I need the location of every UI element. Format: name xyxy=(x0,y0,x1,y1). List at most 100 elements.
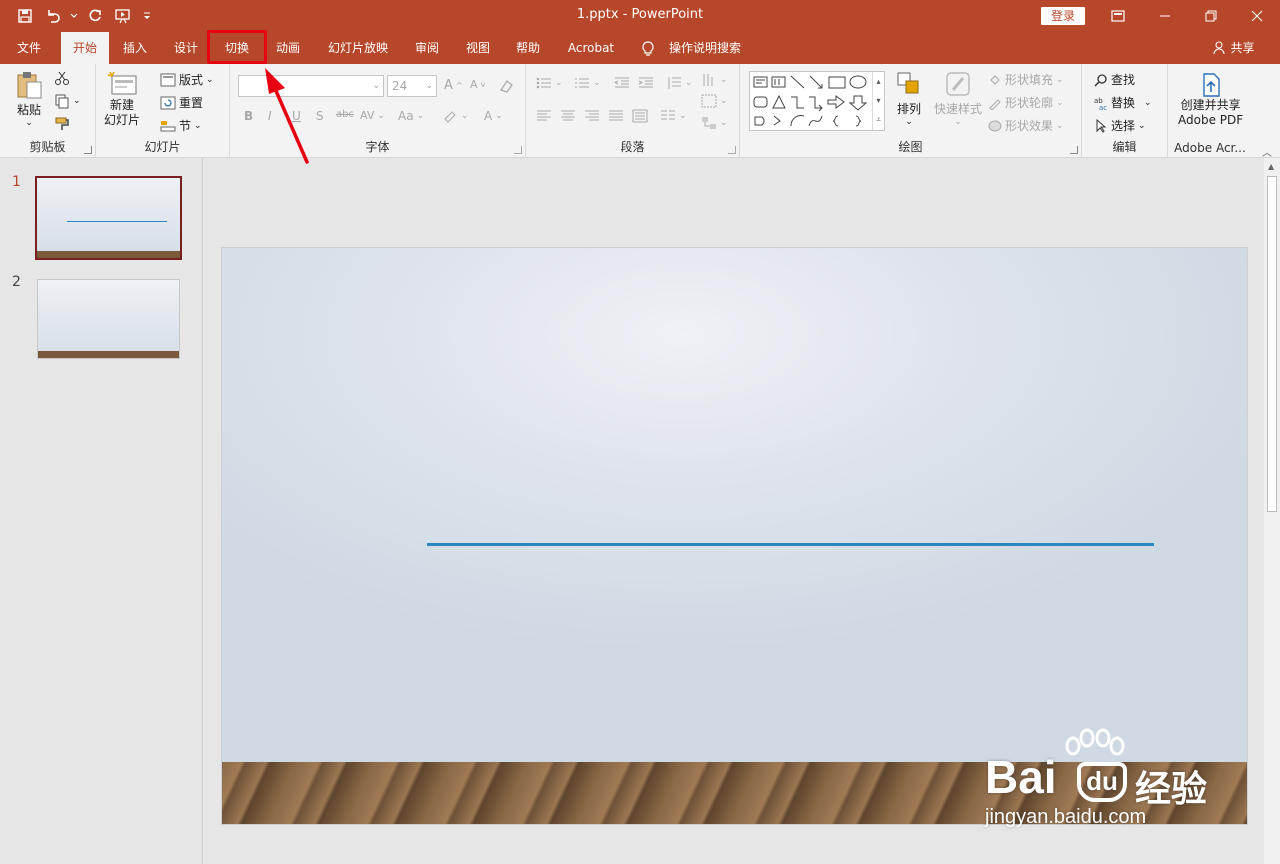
paragraph-group: ⌄ ⌄ ⌄ ⌄ ⌄ ⌄ ⌄ 段落 xyxy=(526,64,740,158)
align-center-icon[interactable] xyxy=(560,109,576,123)
save-icon[interactable] xyxy=(14,6,36,26)
ribbon: 粘贴 ⌄ ⌄ 剪贴板 新建 幻灯片 版式 ⌄ 重置 节 ⌄ 幻灯片 ⌄ 24 ⌄… xyxy=(0,64,1280,159)
tab-animations[interactable]: 动画 xyxy=(265,32,311,64)
undo-icon[interactable] xyxy=(42,6,64,26)
tab-view[interactable]: 视图 xyxy=(456,32,500,64)
format-painter-icon[interactable] xyxy=(54,116,70,132)
section-button[interactable]: 节 ⌄ xyxy=(160,117,202,134)
dialog-launcher-icon[interactable] xyxy=(514,146,522,154)
paste-button[interactable]: 粘贴 ⌄ xyxy=(14,70,44,128)
redo-icon[interactable] xyxy=(84,6,106,26)
thumbnail-line xyxy=(67,221,167,222)
dialog-launcher-icon[interactable] xyxy=(728,146,736,154)
align-text-icon[interactable]: ⌄ xyxy=(701,94,728,108)
create-pdf-label-2: Adobe PDF xyxy=(1178,113,1244,127)
select-button[interactable]: 选择 ⌄ xyxy=(1094,117,1146,134)
increase-font-size-icon[interactable]: A ^ xyxy=(444,78,463,93)
chevron-down-icon[interactable] xyxy=(70,6,78,26)
find-button[interactable]: 查找 xyxy=(1094,71,1135,88)
bold-icon[interactable]: B xyxy=(244,109,253,123)
dialog-launcher-icon[interactable] xyxy=(84,146,92,154)
slide-thumbnail-1[interactable] xyxy=(35,176,182,260)
copy-icon[interactable]: ⌄ xyxy=(54,93,81,109)
create-pdf-button[interactable]: 创建并共享 Adobe PDF xyxy=(1178,72,1243,128)
distributed-icon[interactable] xyxy=(632,109,648,123)
start-from-beginning-icon[interactable] xyxy=(112,6,134,26)
slide-thumbnail-2[interactable] xyxy=(37,279,180,359)
create-pdf-label-1: 创建并共享 xyxy=(1180,98,1241,112)
baidu-watermark: Bai du 经验 jingyan.baidu.com xyxy=(985,728,1240,833)
shapes-gallery-icons xyxy=(753,75,868,127)
decrease-font-size-icon[interactable]: Av xyxy=(470,78,485,91)
tab-help[interactable]: 帮助 xyxy=(506,32,550,64)
bullets-icon[interactable]: ⌄ xyxy=(536,76,563,90)
increase-indent-icon[interactable] xyxy=(638,76,654,90)
slide-line-shape[interactable] xyxy=(427,543,1154,546)
quick-access-toolbar xyxy=(14,6,154,26)
shape-fill-button[interactable]: 形状填充 ⌄ xyxy=(988,71,1064,88)
find-label: 查找 xyxy=(1111,73,1136,87)
share-button[interactable]: 共享 xyxy=(1208,32,1260,64)
tab-acrobat[interactable]: Acrobat xyxy=(558,32,624,64)
highlight-color-icon[interactable]: ⌄ xyxy=(442,109,469,123)
smartart-icon[interactable]: ⌄ xyxy=(701,116,728,130)
tell-me-search[interactable]: 操作说明搜索 xyxy=(664,32,746,64)
customize-qat-icon[interactable] xyxy=(140,6,154,26)
columns-icon[interactable]: ⌄ xyxy=(660,109,687,123)
character-spacing-icon[interactable]: AV ⌄ xyxy=(360,109,385,122)
new-slide-button[interactable]: 新建 幻灯片 xyxy=(104,70,140,128)
restore-icon[interactable] xyxy=(1188,0,1234,32)
ribbon-display-options-icon[interactable] xyxy=(1095,0,1141,32)
justify-icon[interactable] xyxy=(608,109,624,123)
effects-icon xyxy=(988,120,1002,131)
tab-insert[interactable]: 插入 xyxy=(112,32,158,64)
shapes-gallery[interactable]: ▴ ▾ ⩡ xyxy=(749,71,885,131)
title-bar: 1.pptx - PowerPoint 登录 xyxy=(0,0,1280,32)
numbering-icon[interactable]: ⌄ xyxy=(574,76,601,90)
tab-home[interactable]: 开始 xyxy=(61,32,109,64)
reset-button[interactable]: 重置 xyxy=(160,94,203,111)
tab-file[interactable]: 文件 xyxy=(6,32,52,64)
scrollbar-thumb[interactable] xyxy=(1267,176,1277,512)
minimize-icon[interactable] xyxy=(1142,0,1188,32)
section-icon xyxy=(160,120,176,131)
window-title: 1.pptx - PowerPoint xyxy=(576,7,704,22)
clear-formatting-icon[interactable] xyxy=(498,78,514,94)
tab-design[interactable]: 设计 xyxy=(163,32,209,64)
line-spacing-icon[interactable]: ⌄ xyxy=(666,76,693,90)
scroll-up-icon[interactable]: ▲ xyxy=(1268,162,1274,171)
arrange-button[interactable]: 排列 ⌄ xyxy=(895,70,923,127)
shape-fill-label: 形状填充 xyxy=(1005,73,1054,87)
tab-slideshow[interactable]: 幻灯片放映 xyxy=(318,32,398,64)
quick-styles-button[interactable]: 快速样式 ⌄ xyxy=(934,70,982,127)
watermark-url: jingyan.baidu.com xyxy=(985,806,1147,828)
adobe-group: 创建并共享 Adobe PDF Adobe Acr... xyxy=(1168,64,1252,158)
change-case-icon[interactable]: Aa ⌄ xyxy=(398,109,424,123)
collapse-ribbon-icon[interactable]: ︿ xyxy=(1262,144,1272,159)
layout-button[interactable]: 版式 ⌄ xyxy=(160,71,214,88)
login-button[interactable]: 登录 xyxy=(1041,7,1085,25)
cut-icon[interactable] xyxy=(54,70,70,86)
shadow-icon[interactable]: S xyxy=(316,109,324,123)
slide-number-1: 1 xyxy=(12,174,21,190)
thumbnail-floor xyxy=(38,350,179,358)
dialog-launcher-icon[interactable] xyxy=(1070,146,1078,154)
align-left-icon[interactable] xyxy=(536,109,552,123)
drawing-group-label: 绘图 xyxy=(898,140,923,154)
replace-button[interactable]: ab ac 替换 ⌄ xyxy=(1094,94,1152,111)
tab-review[interactable]: 审阅 xyxy=(405,32,449,64)
strikethrough-icon[interactable]: abc xyxy=(336,109,354,120)
text-direction-icon[interactable]: ⌄ xyxy=(701,72,728,88)
new-slide-label-1: 新建 xyxy=(110,98,135,112)
decrease-indent-icon[interactable] xyxy=(614,76,630,90)
paint-bucket-icon xyxy=(990,74,1000,85)
reset-label: 重置 xyxy=(179,96,204,110)
shape-outline-button[interactable]: 形状轮廓 ⌄ xyxy=(988,94,1064,111)
shape-outline-label: 形状轮廓 xyxy=(1005,96,1054,110)
font-size-dropdown[interactable]: 24 ⌄ xyxy=(387,75,437,97)
watermark-brand: Bai xyxy=(985,751,1057,803)
font-color-icon[interactable]: A ⌄ xyxy=(484,109,503,123)
close-icon[interactable] xyxy=(1234,0,1280,32)
align-right-icon[interactable] xyxy=(584,109,600,123)
shape-effects-button[interactable]: 形状效果 ⌄ xyxy=(988,117,1064,134)
